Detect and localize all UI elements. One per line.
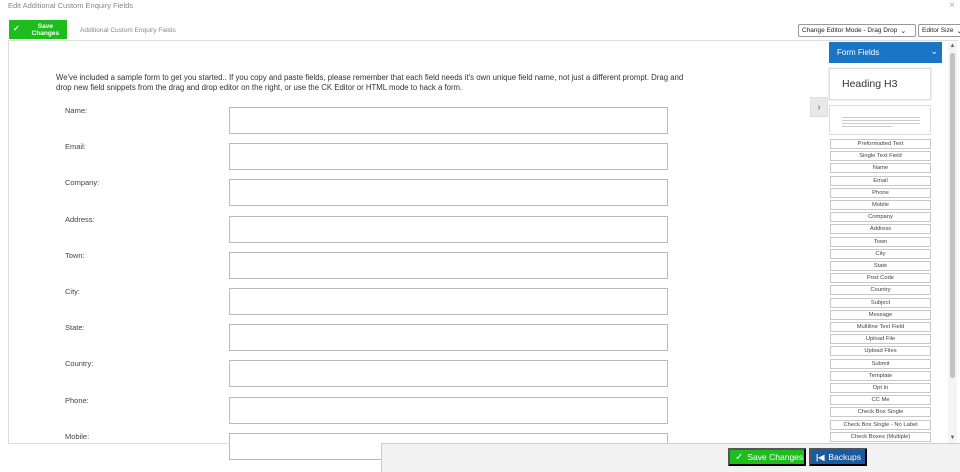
save-changes-label: Save Changes: [747, 452, 804, 462]
field-snippet[interactable]: Check Boxes (Multiple): [830, 431, 931, 442]
paragraph-line: [842, 126, 892, 127]
panel-toggle-button[interactable]: ›: [810, 97, 828, 117]
field-snippet[interactable]: Preformatted Text: [830, 139, 931, 149]
field-input[interactable]: [229, 251, 668, 279]
editor-size-value: Editor Size: [922, 27, 954, 34]
field-snippet[interactable]: Submit: [830, 358, 931, 369]
field-snippet[interactable]: Name: [830, 163, 931, 174]
field-snippet[interactable]: Country: [830, 285, 931, 296]
field-snippet[interactable]: Template: [830, 370, 931, 381]
field-input[interactable]: [229, 143, 668, 171]
scroll-down-icon[interactable]: ▼: [948, 435, 957, 443]
backups-button[interactable]: |◀ Backups: [809, 448, 867, 466]
window-title: Edit Additional Custom Enquiry Fields: [8, 1, 134, 10]
field-label: Town:: [65, 250, 85, 260]
field-snippet[interactable]: Town: [830, 236, 931, 247]
scroll-up-icon[interactable]: ▲: [948, 43, 957, 51]
save-changes-button-top[interactable]: ✓ Save Changes: [9, 20, 67, 39]
check-icon: ✓: [13, 23, 20, 33]
tab-additional-custom-enquiry-fields[interactable]: Additional Custom Enquiry Fields: [80, 27, 176, 34]
field-snippet[interactable]: Upload File: [830, 334, 931, 345]
field-snippet[interactable]: Multiline Text Field: [830, 322, 931, 332]
chevron-down-icon: ⌄: [956, 27, 960, 35]
panel-title: Form Fields: [837, 48, 880, 57]
field-snippet[interactable]: Company: [830, 212, 931, 223]
panel-scrollbar[interactable]: ▲ ▼: [948, 43, 957, 443]
chevron-right-icon: ›: [817, 101, 821, 113]
field-snippet[interactable]: Post Code: [830, 273, 931, 284]
editor-size-select[interactable]: Editor Size ⌄: [918, 24, 960, 37]
field-snippet[interactable]: Email: [830, 175, 931, 186]
field-snippet[interactable]: Phone: [830, 187, 931, 198]
field-label: Address:: [65, 214, 95, 224]
field-snippet[interactable]: Opt In: [830, 383, 931, 393]
field-snippet[interactable]: State: [830, 261, 931, 271]
chevron-down-icon: ⌄: [930, 46, 938, 56]
field-snippet[interactable]: Mobile: [830, 200, 931, 210]
field-snippet[interactable]: Message: [830, 309, 931, 320]
field-input[interactable]: [229, 215, 668, 243]
field-snippet[interactable]: City: [830, 248, 931, 259]
chevron-down-icon: ⌄: [900, 27, 907, 35]
heading-h3-label: Heading H3: [842, 78, 898, 90]
check-icon: ✓: [735, 451, 744, 463]
field-input[interactable]: [229, 288, 668, 315]
intro-text: We've included a sample form to get you …: [56, 73, 684, 92]
form-fields-dropdown[interactable]: Form Fields ⌄: [829, 42, 942, 63]
form-editor-canvas[interactable]: We've included a sample form to get you …: [8, 41, 824, 460]
paragraph-snippet[interactable]: [829, 105, 931, 135]
field-label: Company:: [65, 178, 100, 188]
field-snippet[interactable]: CC Me: [830, 395, 931, 406]
field-snippet[interactable]: Address: [830, 224, 931, 235]
field-snippet[interactable]: Check Box Single - No Label: [830, 419, 931, 430]
skip-back-icon: |◀: [816, 452, 825, 462]
paragraph-line: [842, 120, 920, 121]
save-changes-button[interactable]: ✓ Save Changes: [728, 448, 806, 466]
field-input[interactable]: [229, 107, 668, 134]
window-titlebar: Edit Additional Custom Enquiry Fields ×: [0, 0, 960, 14]
editor-mode-value: Change Editor Mode - Drag Drop: [802, 27, 898, 34]
field-label: State:: [65, 323, 85, 333]
paragraph-line: [842, 117, 920, 118]
editor-mode-select[interactable]: Change Editor Mode - Drag Drop ⌄: [798, 24, 916, 37]
modal-footer: ✓ Save Changes |◀ Backups: [381, 443, 960, 472]
field-snippet[interactable]: Single Text Field: [830, 151, 931, 162]
heading-h3-snippet[interactable]: Heading H3: [829, 68, 931, 100]
field-snippet[interactable]: Subject: [830, 297, 931, 308]
field-input[interactable]: [229, 179, 668, 207]
backups-label: Backups: [828, 452, 861, 462]
field-input[interactable]: [229, 324, 668, 352]
form-fields-panel: Form Fields ⌄ Heading H3 Preformatted Te…: [828, 41, 946, 444]
field-input[interactable]: [229, 360, 668, 388]
close-icon[interactable]: ×: [949, 0, 955, 11]
field-label: Name:: [65, 106, 88, 115]
field-label: Phone:: [65, 395, 89, 405]
save-changes-label: Save Changes: [31, 22, 60, 37]
field-label: City:: [65, 287, 80, 296]
scrollbar-thumb[interactable]: [950, 53, 955, 378]
editor-toolbar: ✓ Save Changes Additional Custom Enquiry…: [8, 20, 960, 41]
paragraph-line: [842, 123, 920, 124]
field-label: Country:: [65, 359, 94, 369]
field-input[interactable]: [229, 396, 668, 424]
field-snippet[interactable]: Check Box Single: [830, 407, 931, 418]
field-label: Email:: [65, 142, 86, 152]
field-snippet[interactable]: Upload Files: [830, 346, 931, 357]
field-label: Mobile:: [65, 431, 90, 441]
